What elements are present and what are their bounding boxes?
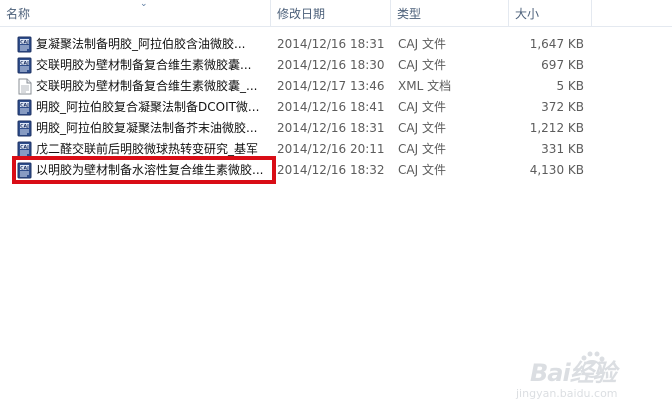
- file-type: CAJ 文件: [398, 37, 446, 51]
- file-date: 2014/12/16 18:32: [277, 163, 385, 177]
- watermark-brand: Bai经验: [530, 359, 617, 387]
- file-list: CAJ 复凝聚法制备明胶_阿拉伯胶含油微胶... 2014/12/16 18:3…: [0, 34, 672, 181]
- column-divider[interactable]: [591, 0, 592, 26]
- column-header-type[interactable]: 类型: [391, 0, 508, 26]
- file-size: 1,647 KB: [529, 37, 584, 51]
- file-row[interactable]: 交联明胶为壁材制备复合维生素微胶囊_... 2014/12/17 13:46 X…: [0, 76, 590, 97]
- file-type: CAJ 文件: [398, 121, 446, 135]
- caj-file-icon: CAJ: [17, 99, 32, 116]
- file-date: 2014/12/16 18:31: [277, 121, 385, 135]
- caj-file-icon: CAJ: [17, 162, 32, 179]
- file-date: 2014/12/16 20:11: [277, 142, 385, 156]
- file-name: 明胶_阿拉伯胶复凝聚法制备芥末油微胶...: [36, 121, 258, 135]
- file-size: 4,130 KB: [529, 163, 584, 177]
- file-type: CAJ 文件: [398, 58, 446, 72]
- file-row[interactable]: CAJ 交联明胶为壁材制备复合维生素微胶囊... 2014/12/16 18:3…: [0, 55, 590, 76]
- file-row[interactable]: CAJ 明胶_阿拉伯胶复凝聚法制备芥末油微胶... 2014/12/16 18:…: [0, 118, 590, 139]
- file-name: 复凝聚法制备明胶_阿拉伯胶含油微胶...: [36, 37, 246, 51]
- svg-text:CAJ: CAJ: [20, 165, 29, 171]
- column-header-name-label: 名称: [6, 7, 31, 21]
- file-type: CAJ 文件: [398, 163, 446, 177]
- file-size: 5 KB: [556, 79, 584, 93]
- caj-file-icon: CAJ: [17, 36, 32, 53]
- file-type: CAJ 文件: [398, 100, 446, 114]
- file-name: 明胶_阿拉伯胶复合凝聚法制备DCOIT微...: [36, 100, 260, 114]
- file-size: 331 KB: [541, 142, 584, 156]
- file-row[interactable]: CAJ 戊二醛交联前后明胶微球热转变研究_基军 2014/12/16 20:11…: [0, 139, 590, 160]
- svg-text:CAJ: CAJ: [20, 102, 29, 108]
- svg-text:CAJ: CAJ: [20, 123, 29, 129]
- column-header-type-label: 类型: [397, 7, 422, 21]
- file-row[interactable]: CAJ 明胶_阿拉伯胶复合凝聚法制备DCOIT微... 2014/12/16 1…: [0, 97, 590, 118]
- column-header-name[interactable]: 名称: [0, 0, 270, 26]
- file-name: 以明胶为壁材制备水溶性复合维生素微胶...: [36, 163, 264, 177]
- file-row[interactable]: CAJ 复凝聚法制备明胶_阿拉伯胶含油微胶... 2014/12/16 18:3…: [0, 34, 590, 55]
- column-header-size[interactable]: 大小: [509, 0, 591, 26]
- file-date: 2014/12/16 18:41: [277, 100, 385, 114]
- file-date: 2014/12/17 13:46: [277, 79, 385, 93]
- sort-indicator-icon: ⌄: [140, 0, 148, 9]
- svg-text:CAJ: CAJ: [20, 60, 29, 66]
- file-date: 2014/12/16 18:30: [277, 58, 385, 72]
- svg-text:CAJ: CAJ: [20, 144, 29, 150]
- file-name: 交联明胶为壁材制备复合维生素微胶囊...: [36, 58, 252, 72]
- column-header-date-label: 修改日期: [277, 7, 326, 21]
- file-size: 697 KB: [541, 58, 584, 72]
- caj-file-icon: CAJ: [17, 120, 32, 137]
- watermark-url: jingyan.baidu.com: [516, 387, 618, 400]
- file-type: CAJ 文件: [398, 142, 446, 156]
- file-name: 交联明胶为壁材制备复合维生素微胶囊_...: [36, 79, 258, 93]
- baidu-jingyan-watermark: Bai经验 jingyan.baidu.com: [510, 347, 660, 407]
- column-header-date[interactable]: 修改日期: [271, 0, 390, 26]
- svg-text:CAJ: CAJ: [20, 39, 29, 45]
- column-header-size-label: 大小: [515, 7, 540, 21]
- file-date: 2014/12/16 18:31: [277, 37, 385, 51]
- file-size: 372 KB: [541, 100, 584, 114]
- file-size: 1,212 KB: [529, 121, 584, 135]
- file-name: 戊二醛交联前后明胶微球热转变研究_基军: [36, 142, 259, 156]
- caj-file-icon: CAJ: [17, 141, 32, 158]
- xml-file-icon: [18, 78, 32, 95]
- column-header-bar: 名称 ⌄ 修改日期 类型 大小: [0, 0, 672, 27]
- file-type: XML 文档: [398, 79, 452, 93]
- file-explorer-window: 名称 ⌄ 修改日期 类型 大小 CAJ 复凝聚法制备明胶_阿拉伯胶含油微胶...…: [0, 0, 672, 413]
- file-row-highlighted[interactable]: CAJ 以明胶为壁材制备水溶性复合维生素微胶... 2014/12/16 18:…: [0, 160, 590, 181]
- caj-file-icon: CAJ: [17, 57, 32, 74]
